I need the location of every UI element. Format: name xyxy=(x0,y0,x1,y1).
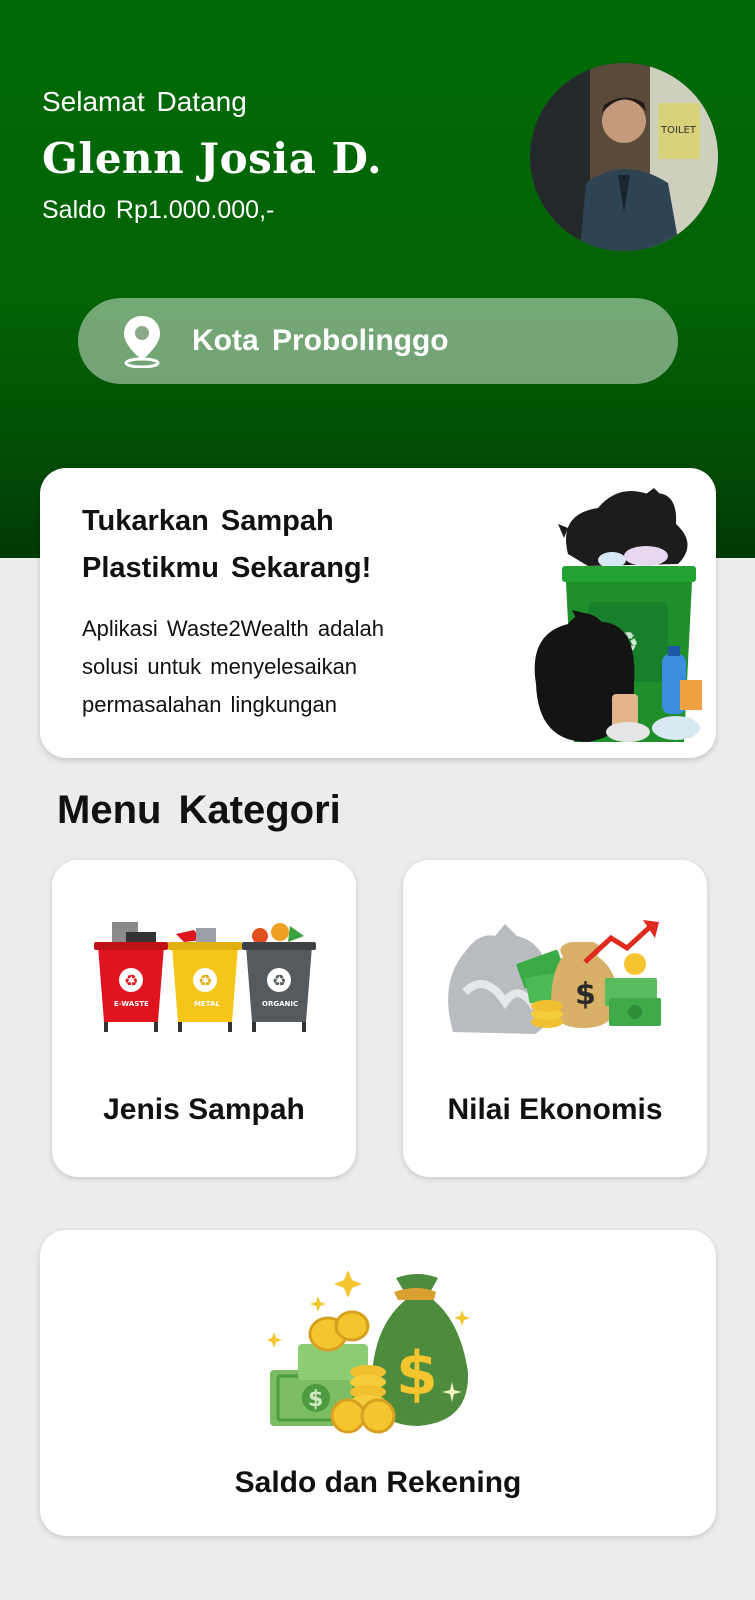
bin-label-ewaste: E-WASTE xyxy=(114,1000,149,1008)
svg-text:TOILET: TOILET xyxy=(660,125,697,136)
location-selector[interactable]: Kota Probolinggo xyxy=(78,298,678,384)
svg-text:♻: ♻ xyxy=(198,971,212,990)
location-city: Kota Probolinggo xyxy=(192,324,449,357)
waste-bins-icon: ♻ E-WASTE ♻ METAL ♻ ORGANIC xyxy=(94,922,316,1032)
promo-title-line2: Plastikmu Sekarang! xyxy=(82,552,372,584)
svg-text:$: $ xyxy=(396,1339,438,1409)
money-bag-icon: $ $ xyxy=(268,1270,470,1434)
avatar-photo: TOILET xyxy=(530,63,718,251)
svg-text:$: $ xyxy=(308,1387,323,1412)
menu-section-title: Menu Kategori xyxy=(57,788,341,832)
promo-card[interactable]: Tukarkan Sampah Plastikmu Sekarang! Apli… xyxy=(40,468,716,758)
balance-text: Saldo Rp1.000.000,- xyxy=(42,196,275,224)
balance-account-label: Saldo dan Rekening xyxy=(234,1466,522,1499)
promo-description-line3: permasalahan lingkungan xyxy=(82,692,337,717)
promo-description-line2: solusi untuk menyelesaikan xyxy=(82,654,358,679)
greeting-text: Selamat Datang xyxy=(42,86,247,117)
trash-bin-illustration: ♻ xyxy=(534,488,702,742)
bin-label-organic: ORGANIC xyxy=(262,1000,298,1008)
user-name: Glenn Josia D. xyxy=(42,134,383,183)
category-label-waste-types: Jenis Sampah xyxy=(103,1093,305,1126)
promo-title: Tukarkan Sampah Plastikmu Sekarang! xyxy=(82,498,512,592)
category-label-economic-value: Nilai Ekonomis xyxy=(447,1093,663,1126)
money-growth-icon: $ xyxy=(448,920,661,1034)
svg-text:♻: ♻ xyxy=(272,971,286,990)
bin-label-metal: METAL xyxy=(194,1000,220,1008)
category-card-economic-value[interactable]: $ Nilai Ekonomis xyxy=(403,860,707,1177)
category-card-waste-types[interactable]: ♻ E-WASTE ♻ METAL ♻ ORGANIC Jenis Sampah xyxy=(52,860,356,1177)
balance-account-card[interactable]: $ $ Saldo dan Rekening xyxy=(40,1230,716,1536)
svg-text:♻: ♻ xyxy=(124,971,138,990)
avatar[interactable]: TOILET xyxy=(530,63,718,251)
promo-description-line1: Aplikasi Waste2Wealth adalah xyxy=(82,616,384,641)
svg-text:$: $ xyxy=(575,977,596,1012)
promo-description: Aplikasi Waste2Wealth adalah solusi untu… xyxy=(82,610,482,724)
map-pin-icon xyxy=(122,314,162,368)
promo-title-line1: Tukarkan Sampah xyxy=(82,505,334,537)
